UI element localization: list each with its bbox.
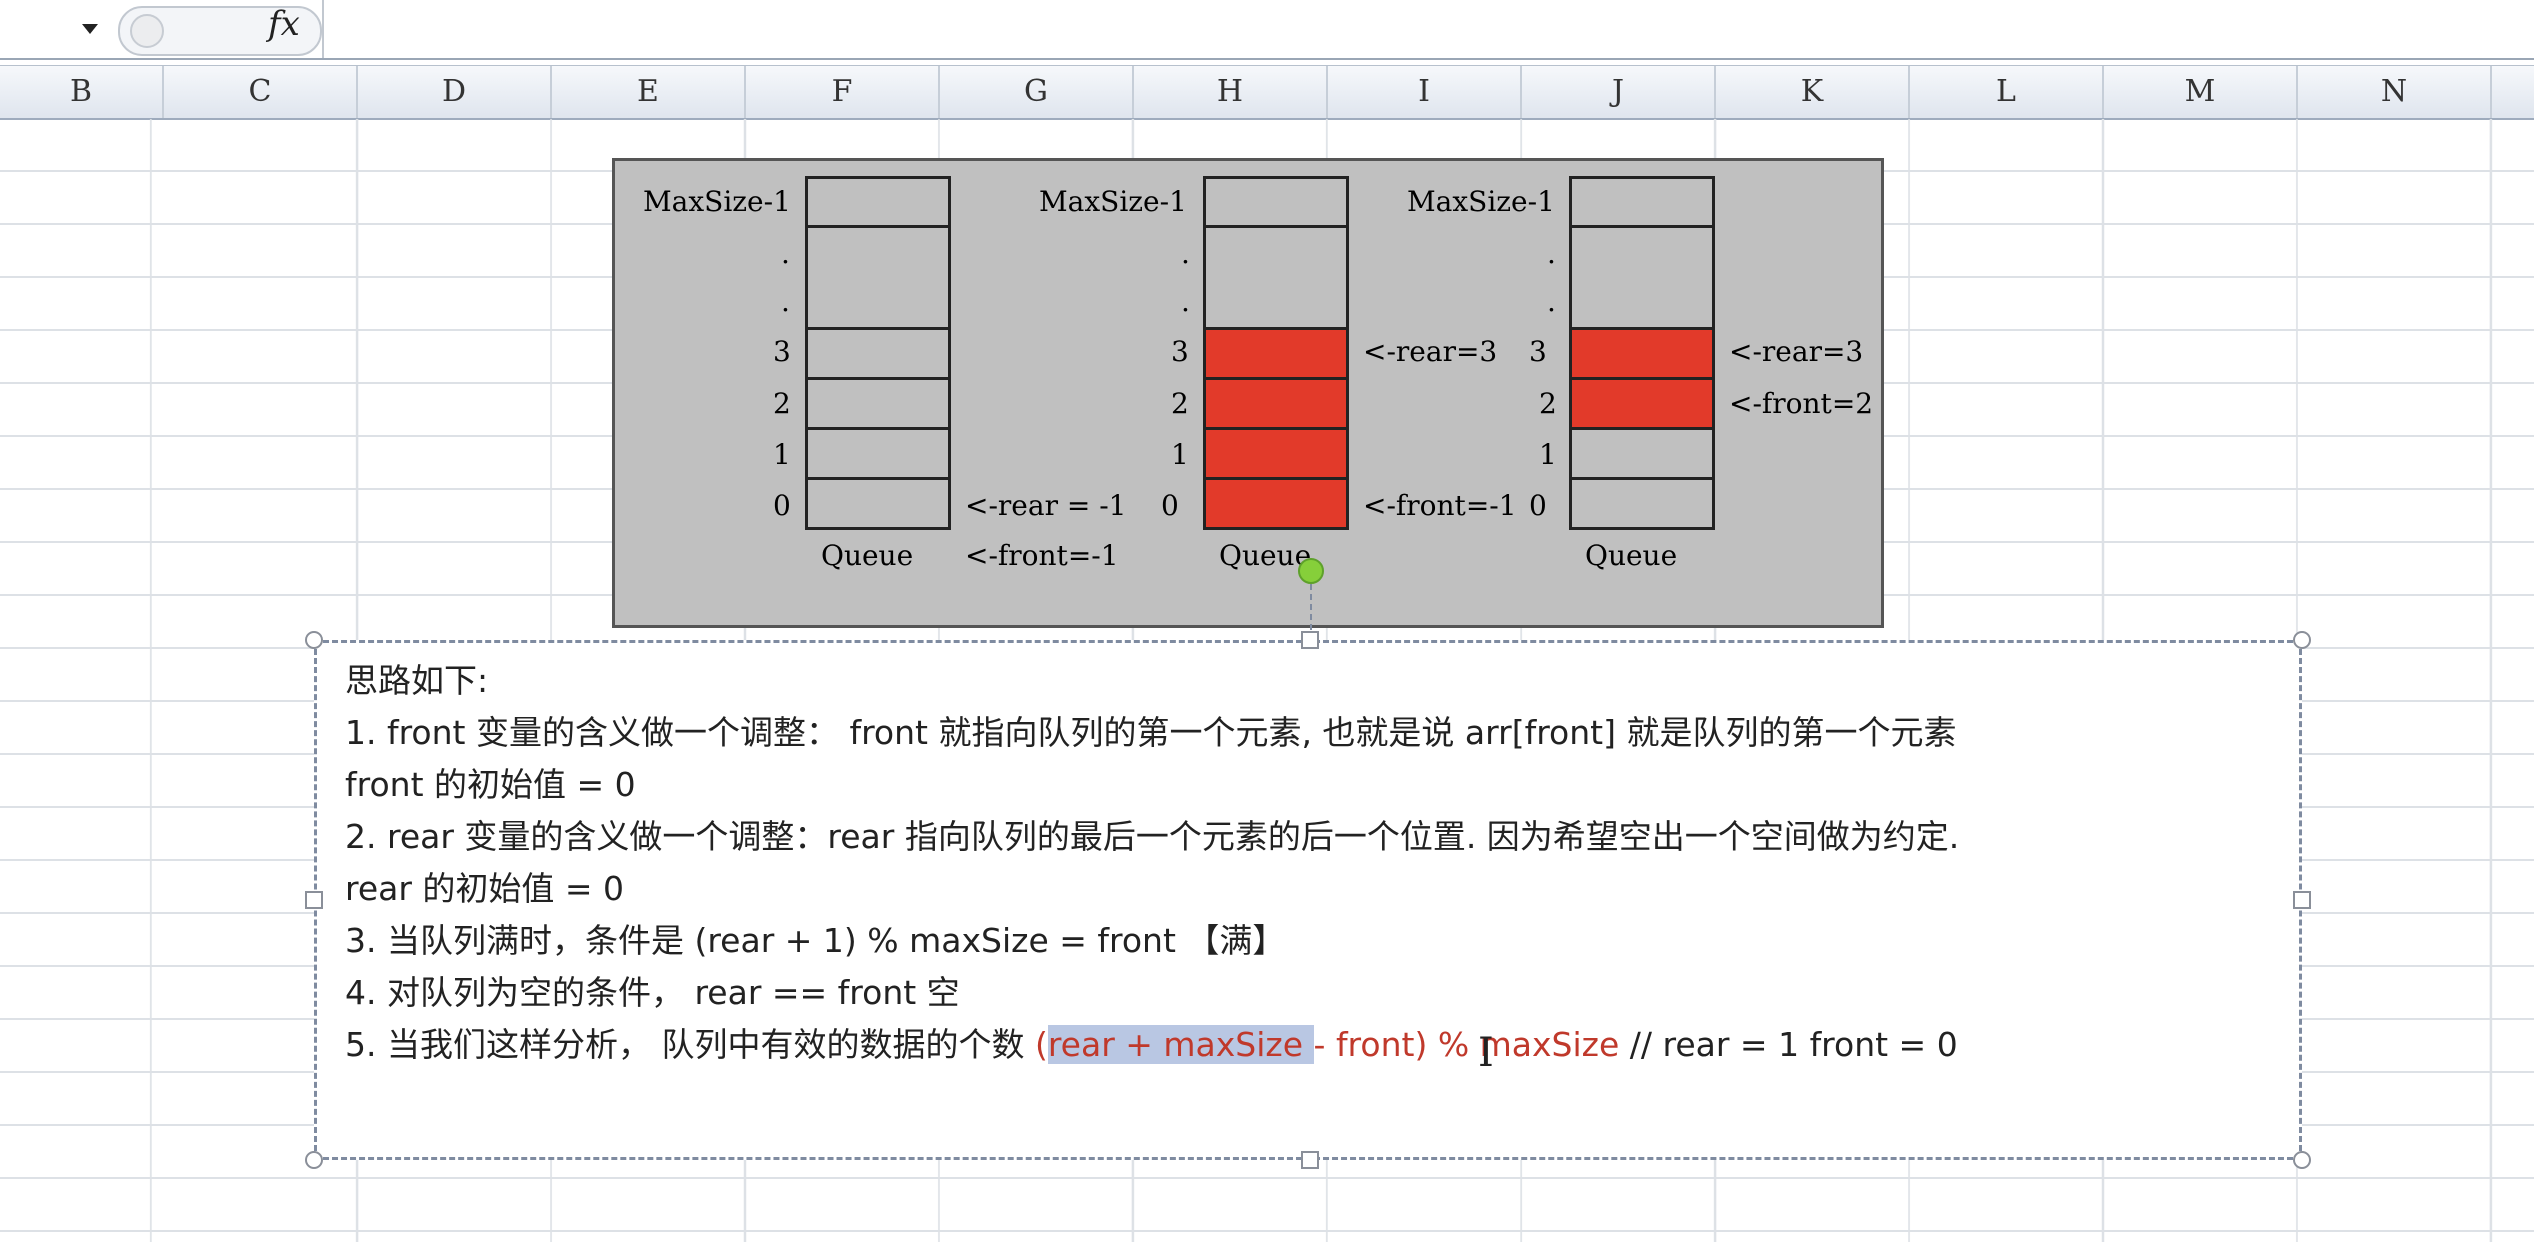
notes-line-7-comment: // rear = 1 front = 0 [1619,1025,1958,1064]
formula-paren: ( [1034,1025,1048,1064]
q2-maxsize-label: MaxSize-1 [1039,185,1187,218]
q1-index-2: 2 [773,387,791,420]
resize-handle-top-right[interactable] [2293,631,2311,649]
q1-slot [805,477,951,530]
column-header-f[interactable]: F [746,66,940,118]
q2-slot [1203,477,1349,530]
q3-index-2: 2 [1539,387,1557,420]
q2-slot-ellipsis [1203,225,1349,330]
formula-bar: fx [0,0,2534,60]
notes-line-1: 1. front 变量的含义做一个调整： front 就指向队列的第一个元素, … [345,713,1957,752]
column-header-d[interactable]: D [358,66,552,118]
q3-front-pointer: <-front=2 [1729,387,1874,420]
resize-handle-right[interactable] [2293,891,2311,909]
column-header-row: B C D E F G H I J K L M N [0,65,2534,120]
q1-slot-maxsize [805,176,951,228]
notes-line-2: front 的初始值 = 0 [345,765,636,804]
formula-remainder: - front) % maxSize [1313,1025,1620,1064]
q3-slot-ellipsis [1569,225,1715,330]
q2-slot-maxsize [1203,176,1349,228]
notes-line-7-prefix: 5. 当我们这样分析， 队列中有效的数据的个数 [345,1025,1035,1064]
q3-slot [1569,377,1715,430]
column-header-i[interactable]: I [1328,66,1522,118]
q2-index-1: 1 [1171,438,1189,471]
q3-slot-maxsize [1569,176,1715,228]
rotate-handle[interactable] [1298,558,1324,584]
insert-function-icon[interactable]: fx [268,4,300,44]
q2-rear-pointer: <-rear=3 [1363,335,1498,368]
q3-dot-label: . [1547,285,1556,318]
column-header-b[interactable]: B [0,66,164,118]
column-header-g[interactable]: G [940,66,1134,118]
q3-rear-pointer: <-rear=3 [1729,335,1864,368]
column-header-k[interactable]: K [1716,66,1910,118]
column-header-m[interactable]: M [2104,66,2298,118]
q2-slot [1203,427,1349,480]
q1-dot-label: . [781,285,790,318]
q1-index-0: 0 [773,489,791,522]
q3-caption: Queue [1585,539,1678,572]
queue-diagram-image[interactable]: MaxSize-1 . . 3 2 1 0 Queue <-rear = -1 … [612,158,1884,628]
q2-index-2: 2 [1171,387,1189,420]
q2-dot-label: . [1181,285,1190,318]
text-cursor-icon: I [1478,1030,1494,1076]
notes-line-3: 2. rear 变量的含义做一个调整：rear 指向队列的最后一个元素的后一个位… [345,817,1960,856]
column-header-c[interactable]: C [164,66,358,118]
formula-input[interactable] [322,0,2534,58]
name-box-dropdown-icon[interactable] [82,24,98,34]
resize-handle-bottom-right[interactable] [2293,1151,2311,1169]
column-header-l[interactable]: L [1910,66,2104,118]
q1-maxsize-label: MaxSize-1 [643,185,791,218]
q2-index-0: 0 [1161,489,1179,522]
resize-handle-top[interactable] [1301,631,1319,649]
column-header-partial[interactable] [2492,66,2534,118]
q2-slot [1203,327,1349,380]
notes-line-4: rear 的初始值 = 0 [345,869,625,908]
resize-handle-bottom-left[interactable] [305,1151,323,1169]
q1-slot-ellipsis [805,225,951,330]
resize-handle-top-left[interactable] [305,631,323,649]
column-header-j[interactable]: J [1522,66,1716,118]
q3-slot [1569,327,1715,380]
q1-dot-label: . [781,237,790,270]
resize-handle-left[interactable] [305,891,323,909]
q3-index-3: 3 [1529,335,1547,368]
resize-handle-bottom[interactable] [1301,1151,1319,1169]
q3-maxsize-label: MaxSize-1 [1407,185,1555,218]
q3-slot [1569,477,1715,530]
q1-caption: Queue [821,539,914,572]
q1-slot [805,427,951,480]
q2-index-3: 3 [1171,335,1189,368]
column-header-n[interactable]: N [2298,66,2492,118]
q2-front-pointer: <-front=-1 [1363,489,1517,522]
notes-line-7: 5. 当我们这样分析， 队列中有效的数据的个数 (rear + maxSize … [345,1021,1958,1069]
column-header-e[interactable]: E [552,66,746,118]
q3-slot [1569,427,1715,480]
q1-rear-pointer: <-rear = -1 [965,489,1127,522]
q1-slot [805,327,951,380]
q3-index-1: 1 [1539,438,1557,471]
q1-index-3: 3 [773,335,791,368]
q1-front-pointer: <-front=-1 [965,539,1119,572]
q1-slot [805,377,951,430]
q2-dot-label: . [1181,237,1190,270]
notes-text-box[interactable]: 思路如下: 1. front 变量的含义做一个调整： front 就指向队列的第… [314,640,2302,1160]
column-header-h[interactable]: H [1134,66,1328,118]
splitter-knob[interactable] [130,14,164,48]
q3-dot-label: . [1547,237,1556,270]
notes-line-6: 4. 对队列为空的条件， rear == front 空 [345,973,960,1012]
notes-line-5: 3. 当队列满时，条件是 (rear + 1) % maxSize = fron… [345,921,1286,960]
selected-text-highlight[interactable]: rear + maxSize [1047,1025,1314,1064]
notes-line-0: 思路如下: [345,661,489,700]
q2-slot [1203,377,1349,430]
q1-index-1: 1 [773,438,791,471]
q3-index-0: 0 [1529,489,1547,522]
